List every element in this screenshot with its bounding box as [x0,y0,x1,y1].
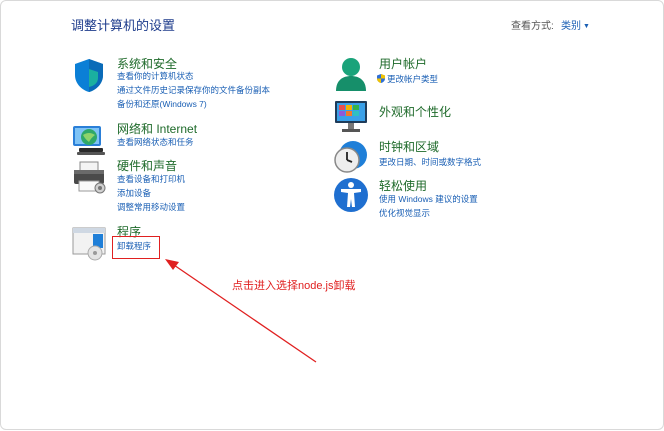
view-by-value: 类别 [561,21,581,32]
printer-icon [74,161,106,194]
clock-region-title[interactable]: 时钟和区域 [379,138,439,155]
clock-icon [334,141,367,173]
highlight-box [112,236,160,259]
hardware-sound-title[interactable]: 硬件和声音 [117,157,177,174]
accessibility-icon [334,178,368,212]
link-add-device[interactable]: 添加设备 [117,187,151,199]
view-by-dropdown[interactable]: 类别 ▼ [561,17,590,32]
link-network-status[interactable]: 查看网络状态和任务 [117,136,194,148]
appearance-title[interactable]: 外观和个性化 [379,103,451,120]
link-change-account-type[interactable]: 更改帐户类型 [377,73,438,85]
link-recommended-settings[interactable]: 使用 Windows 建议的设置 [379,193,478,205]
link-backup-restore[interactable]: 备份和还原(Windows 7) [117,98,207,110]
link-view-computer-status[interactable]: 查看你的计算机状态 [117,70,194,82]
user-icon [336,58,366,91]
control-panel-window: 调整计算机的设置 查看方式: 类别 ▼ 系统和安全 查看你的计算机状态 通过文件历… [0,0,664,430]
page-title: 调整计算机的设置 [71,18,176,33]
network-icon [73,126,105,155]
link-optimize-display[interactable]: 优化视觉显示 [379,207,430,219]
link-devices-printers[interactable]: 查看设备和打印机 [117,173,185,185]
annotation-text: 点击进入选择node.js卸载 [232,280,356,292]
programs-icon [72,227,106,261]
network-internet-title[interactable]: 网络和 Internet [117,120,197,137]
link-date-time-format[interactable]: 更改日期、时间或数字格式 [379,156,481,168]
monitor-palette-icon [335,101,367,132]
ease-of-access-title[interactable]: 轻松使用 [379,177,427,194]
user-accounts-title[interactable]: 用户帐户 [379,55,427,72]
chevron-down-icon: ▼ [583,23,590,30]
uac-shield-icon [377,74,385,83]
link-mobility-settings[interactable]: 调整常用移动设置 [117,201,185,213]
view-by-label: 查看方式: [511,21,554,32]
link-change-account-type-label: 更改帐户类型 [387,74,439,84]
shield-icon [75,59,103,92]
link-file-history[interactable]: 通过文件历史记录保存你的文件备份副本 [117,84,270,96]
